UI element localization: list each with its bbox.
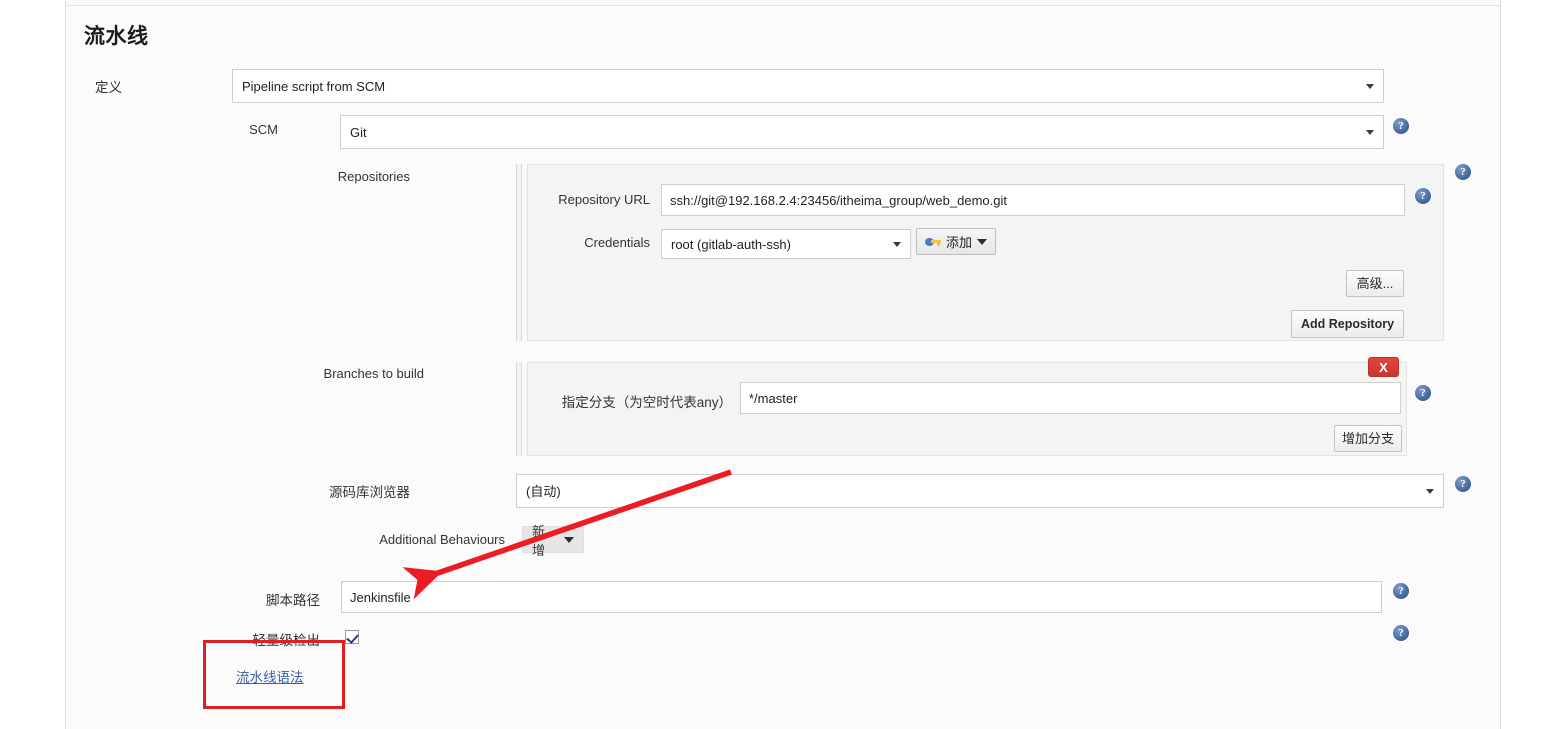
- script-path-input[interactable]: Jenkinsfile: [341, 581, 1382, 613]
- chevron-down-icon: [893, 242, 901, 247]
- branch-specifier-help-icon[interactable]: ?: [1415, 385, 1431, 401]
- chevron-down-icon: [1426, 489, 1434, 494]
- script-path-label: 脚本路径: [266, 593, 320, 608]
- credentials-select-value: root (gitlab-auth-ssh): [671, 237, 791, 252]
- advanced-button[interactable]: 高级...: [1346, 270, 1404, 297]
- repository-url-input[interactable]: ssh://git@192.168.2.4:23456/itheima_grou…: [661, 184, 1405, 216]
- add-repository-button[interactable]: Add Repository: [1291, 310, 1404, 338]
- add-credentials-label: 添加: [946, 235, 973, 250]
- delete-branch-button[interactable]: X: [1368, 357, 1399, 377]
- definition-select[interactable]: Pipeline script from SCM: [232, 69, 1384, 103]
- branch-specifier-label: 指定分支（为空时代表any）: [561, 395, 732, 410]
- repository-url-help-icon[interactable]: ?: [1415, 188, 1431, 204]
- chevron-down-icon: [1366, 84, 1374, 89]
- lightweight-checkout-checkbox[interactable]: [345, 630, 359, 644]
- additional-behaviours-label: Additional Behaviours: [379, 532, 505, 547]
- lightweight-checkout-help-icon[interactable]: ?: [1393, 625, 1409, 641]
- pipeline-config-screen: 流水线 定义 Pipeline script from SCM SCM Git …: [0, 0, 1559, 729]
- key-icon: [925, 236, 941, 248]
- script-path-help-icon[interactable]: ?: [1393, 583, 1409, 599]
- add-credentials-button[interactable]: 添加: [916, 228, 996, 255]
- additional-behaviours-add-button[interactable]: 新增: [522, 524, 584, 558]
- repository-browser-help-icon[interactable]: ?: [1455, 476, 1471, 492]
- definition-label: 定义: [95, 80, 122, 95]
- lightweight-checkout-label: 轻量级检出: [252, 633, 321, 648]
- repository-browser-value: (自动): [526, 484, 561, 499]
- additional-behaviours-add-label: 新增: [532, 523, 546, 558]
- scm-select[interactable]: Git: [340, 115, 1384, 149]
- scm-help-icon[interactable]: ?: [1393, 118, 1409, 134]
- credentials-label: Credentials: [584, 235, 650, 250]
- branch-specifier-input[interactable]: */master: [740, 382, 1401, 414]
- branches-to-build-label: Branches to build: [323, 366, 424, 381]
- chevron-down-icon: [1366, 130, 1374, 135]
- repository-browser-select[interactable]: (自动): [516, 474, 1444, 508]
- scm-select-value: Git: [350, 125, 367, 140]
- top-divider: [66, 5, 1500, 6]
- page-title: 流水线: [84, 25, 149, 48]
- repositories-label: Repositories: [337, 169, 410, 184]
- scm-label: SCM: [249, 122, 278, 137]
- repository-url-label: Repository URL: [558, 192, 650, 207]
- chevron-down-icon: [564, 536, 574, 543]
- credentials-select[interactable]: root (gitlab-auth-ssh): [661, 229, 911, 259]
- pipeline-syntax-link[interactable]: 流水线语法: [236, 666, 304, 686]
- repositories-drag-rail[interactable]: [516, 164, 522, 341]
- add-branch-button[interactable]: 增加分支: [1334, 425, 1402, 452]
- repositories-help-icon[interactable]: ?: [1455, 164, 1471, 180]
- repository-browser-label: 源码库浏览器: [329, 485, 410, 500]
- chevron-down-icon: [977, 238, 987, 245]
- definition-select-value: Pipeline script from SCM: [242, 79, 386, 94]
